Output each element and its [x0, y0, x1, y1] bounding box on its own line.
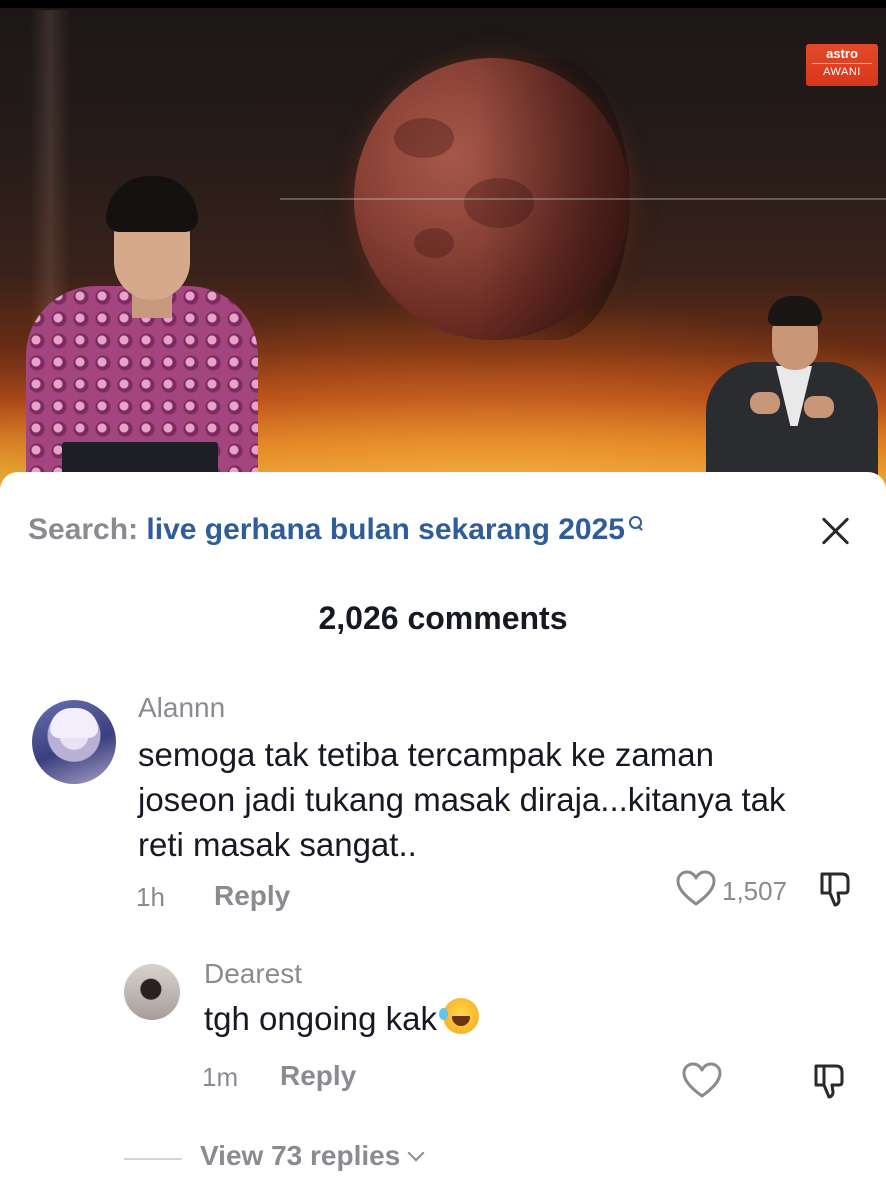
dislike-icon[interactable]: [812, 1062, 850, 1100]
view-replies-divider: [124, 1158, 182, 1160]
video-scanline: [280, 198, 886, 200]
reply-button[interactable]: Reply: [280, 1060, 356, 1092]
news-presenter: [26, 176, 258, 496]
view-replies-label: View 73 replies: [200, 1140, 401, 1171]
dislike-icon[interactable]: [818, 870, 856, 908]
search-label: Search:: [28, 513, 139, 546]
heart-icon[interactable]: [682, 1062, 722, 1100]
comment-time: 1h: [136, 882, 165, 912]
search-icon: [627, 514, 645, 532]
view-replies-button[interactable]: View 73 replies: [200, 1140, 425, 1172]
comment-username[interactable]: Dearest: [204, 958, 302, 990]
reply-button[interactable]: Reply: [214, 880, 290, 912]
comment-text-line: reti masak sangat..: [138, 826, 417, 863]
search-suggestion[interactable]: Search: live gerhana bulan sekarang 2025: [28, 512, 645, 548]
close-icon[interactable]: [814, 510, 856, 552]
comments-count: 2,026 comments: [318, 600, 568, 636]
status-bar-edge: [0, 0, 886, 8]
comment-text-body: tgh ongoing kak: [204, 1000, 438, 1037]
video-player[interactable]: astro AWANI: [0, 0, 886, 500]
channel-logo: astro AWANI: [806, 44, 878, 86]
laughing-emoji-icon: [439, 998, 480, 1034]
comment-text: semoga tak tetiba tercampak ke zaman jos…: [138, 732, 786, 867]
comments-panel: Search: live gerhana bulan sekarang 2025…: [0, 472, 886, 1200]
chevron-down-icon: [407, 1144, 425, 1162]
avatar[interactable]: [32, 700, 116, 784]
avatar[interactable]: [124, 964, 180, 1020]
like-count: 1,507: [722, 876, 788, 906]
search-query-link[interactable]: live gerhana bulan sekarang 2025: [146, 513, 625, 546]
comment-text-line: semoga tak tetiba tercampak ke zaman: [138, 736, 714, 773]
heart-icon[interactable]: [676, 870, 716, 908]
comment-time: 1m: [202, 1062, 239, 1092]
comment-text-line: joseon jadi tukang masak diraja...kitany…: [138, 781, 786, 818]
comment-text: tgh ongoing kak: [204, 996, 480, 1041]
sign-language-interpreter: [706, 296, 878, 496]
logo-line-1: astro: [826, 46, 858, 61]
comment-username[interactable]: Alannn: [138, 692, 225, 724]
logo-line-2: AWANI: [812, 63, 872, 81]
